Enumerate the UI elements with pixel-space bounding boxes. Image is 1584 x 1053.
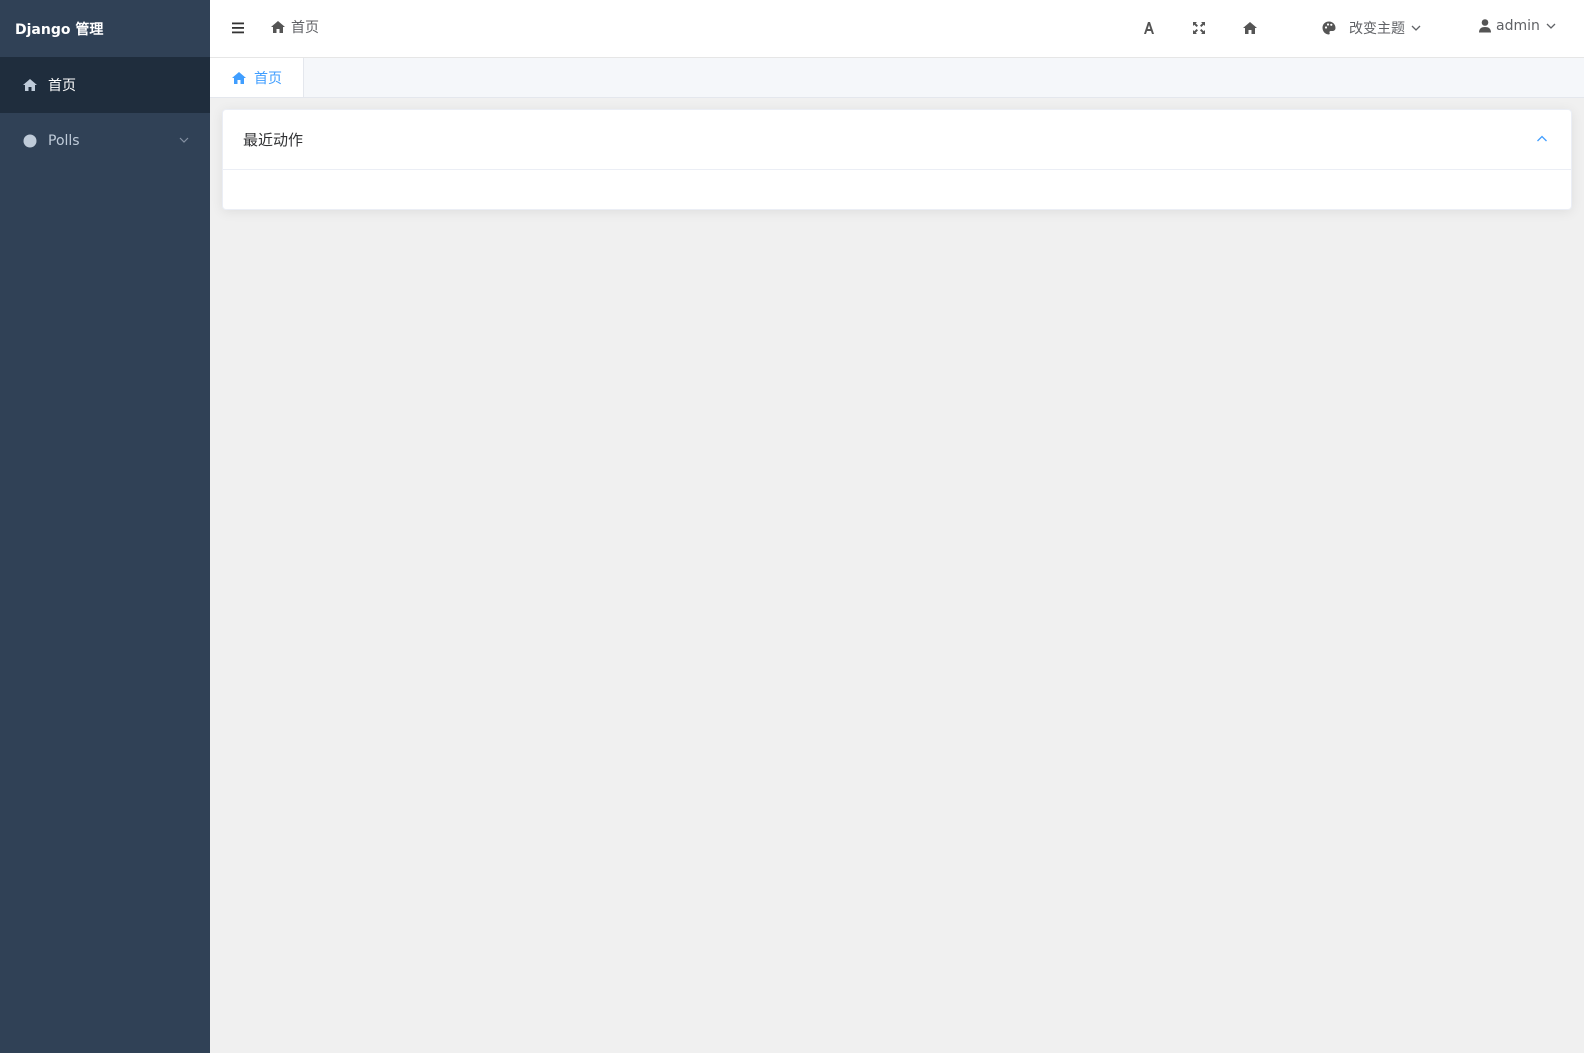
card-title: 最近动作 [243, 131, 304, 149]
hamburger-icon[interactable] [231, 20, 247, 36]
card-header: 最近动作 [223, 110, 1571, 170]
home-icon [231, 70, 247, 86]
sidebar-item-home[interactable]: 首页 [0, 57, 210, 113]
chevron-down-icon [178, 134, 190, 146]
home-icon [22, 77, 38, 93]
sidebar-item-label: 首页 [48, 78, 76, 94]
sidebar: Django 管理 首页 Polls [0, 0, 210, 1053]
circle-icon [22, 133, 38, 149]
home-icon[interactable] [1241, 19, 1259, 37]
fullscreen-icon[interactable] [1190, 19, 1208, 37]
chevron-up-icon[interactable] [1535, 132, 1549, 146]
user-menu[interactable]: admin [1478, 18, 1557, 34]
tab-home[interactable]: 首页 [210, 58, 304, 97]
theme-label: 改变主题 [1349, 21, 1405, 37]
sidebar-item-polls[interactable]: Polls [0, 113, 210, 169]
brand-title[interactable]: Django 管理 [0, 0, 210, 57]
chevron-down-icon [1410, 22, 1422, 34]
home-icon [270, 19, 286, 35]
user-label: admin [1496, 18, 1540, 34]
breadcrumb: 首页 [270, 17, 319, 37]
chevron-down-icon [1545, 20, 1557, 32]
tab-label: 首页 [254, 70, 282, 87]
theme-switch[interactable]: 改变主题 [1321, 18, 1422, 38]
tabs-bar: 首页 [210, 58, 1584, 98]
font-size-icon[interactable] [1140, 19, 1158, 37]
breadcrumb-item[interactable]: 首页 [291, 17, 319, 37]
sidebar-item-label: Polls [48, 133, 80, 149]
top-header: 首页 改变主题 admin [210, 0, 1584, 58]
palette-icon [1321, 20, 1337, 36]
recent-actions-card: 最近动作 [222, 109, 1572, 210]
user-icon [1478, 18, 1492, 34]
